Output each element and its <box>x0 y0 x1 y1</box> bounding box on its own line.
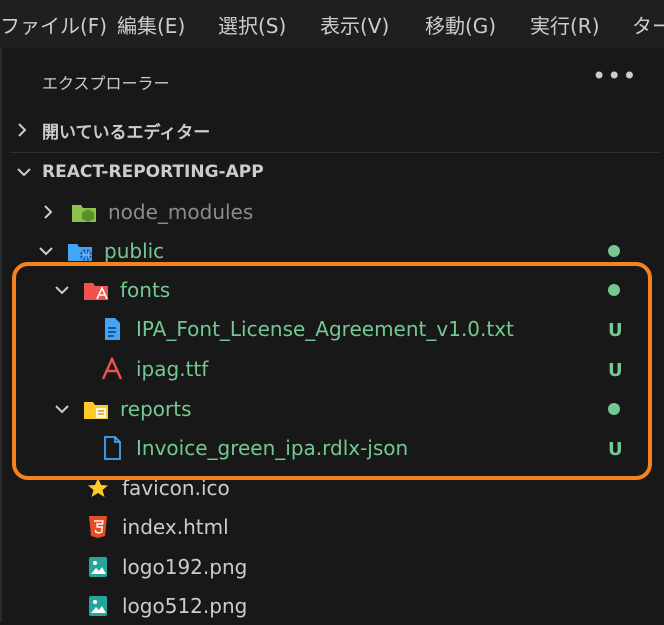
tree-item-index[interactable]: index.html <box>84 508 229 546</box>
chevron-right-icon <box>16 122 42 138</box>
git-untracked-badge: U <box>608 439 623 460</box>
tree-item-label: fonts <box>120 278 171 302</box>
ellipsis-icon[interactable]: ••• <box>592 62 637 90</box>
menu-bar: ファイル(F) 編集(E) 選択(S) 表示(V) 移動(G) 実行(R) ター <box>0 0 664 48</box>
text-file-icon <box>98 317 126 341</box>
tree-item-label: reports <box>120 397 192 421</box>
tree-item-label: ipag.ttf <box>136 357 209 381</box>
chevron-down-icon <box>38 245 66 257</box>
open-editors-section[interactable]: 開いているエディター <box>16 112 210 148</box>
tree-item-public[interactable]: public <box>38 232 164 270</box>
tree-item-label: logo192.png <box>122 555 248 579</box>
git-untracked-badge: U <box>608 320 623 341</box>
menu-edit[interactable]: 編集(E) <box>117 10 185 39</box>
image-file-icon <box>84 594 112 618</box>
git-status-dot <box>608 403 620 415</box>
tree-item-license-file[interactable]: IPA_Font_License_Agreement_v1.0.txt <box>98 310 514 348</box>
document-file-icon <box>98 436 126 460</box>
reports-folder-icon <box>82 397 110 421</box>
image-file-icon <box>84 555 112 579</box>
tree-item-label: node_modules <box>108 200 254 224</box>
tree-item-fonts[interactable]: fonts <box>54 271 170 309</box>
section-divider <box>10 152 660 153</box>
menu-file[interactable]: ファイル(F) <box>0 10 107 39</box>
tree-item-label: public <box>104 239 165 263</box>
project-label: REACT-REPORTING-APP <box>42 162 264 182</box>
tree-item-node-modules[interactable]: node_modules <box>42 193 253 231</box>
html5-icon <box>84 515 112 539</box>
explorer-panel: エクスプローラー ••• 開いているエディター REACT-REPORTING-… <box>0 48 664 622</box>
tree-item-label: Invoice_green_ipa.rdlx-json <box>136 436 409 460</box>
tree-item-logo192[interactable]: logo192.png <box>84 548 247 586</box>
chevron-down-icon <box>54 284 82 296</box>
chevron-down-icon <box>16 166 42 178</box>
git-status-dot <box>608 284 620 296</box>
tree-item-label: index.html <box>122 515 229 539</box>
globe-folder-icon <box>66 239 94 263</box>
tree-item-logo512[interactable]: logo512.png <box>84 587 247 625</box>
menu-go[interactable]: 移動(G) <box>425 10 496 39</box>
git-status-dot <box>608 245 620 257</box>
chevron-down-icon <box>54 403 82 415</box>
menu-run[interactable]: 実行(R) <box>530 10 600 39</box>
project-section[interactable]: REACT-REPORTING-APP <box>16 154 264 190</box>
tree-item-font-file[interactable]: ipag.ttf <box>98 350 208 388</box>
tree-item-reports[interactable]: reports <box>54 390 192 428</box>
tree-item-favicon[interactable]: favicon.ico <box>84 469 230 507</box>
font-folder-icon <box>82 278 110 302</box>
menu-terminal[interactable]: ター <box>632 10 664 39</box>
tree-item-report-file[interactable]: Invoice_green_ipa.rdlx-json <box>98 429 408 467</box>
tree-item-label: IPA_Font_License_Agreement_v1.0.txt <box>136 317 514 341</box>
open-editors-label: 開いているエディター <box>42 122 211 143</box>
star-icon <box>84 476 112 500</box>
menu-view[interactable]: 表示(V) <box>320 10 389 39</box>
font-file-icon <box>98 357 126 381</box>
node-folder-icon <box>70 200 98 224</box>
chevron-right-icon <box>42 204 70 220</box>
tree-item-label: logo512.png <box>122 594 248 618</box>
tree-item-label: favicon.ico <box>122 476 230 500</box>
menu-selection[interactable]: 選択(S) <box>218 10 286 39</box>
git-untracked-badge: U <box>608 360 623 381</box>
explorer-title: エクスプローラー <box>42 74 170 93</box>
